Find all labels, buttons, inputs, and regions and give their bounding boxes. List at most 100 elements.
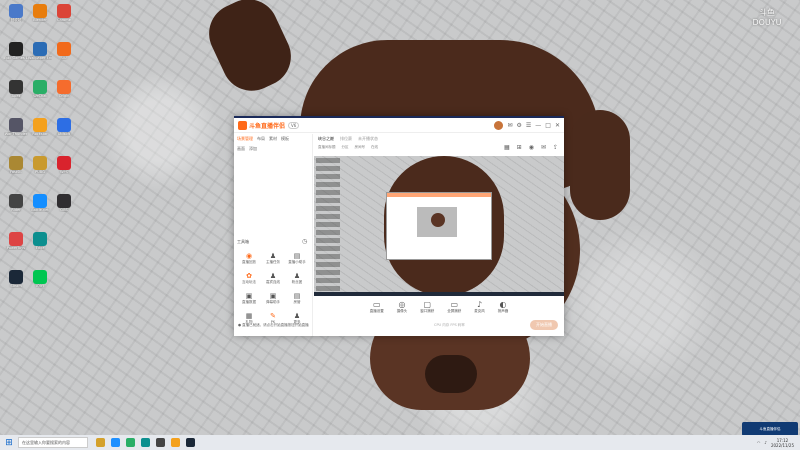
desktop-icon[interactable]: Battle.net <box>28 194 52 212</box>
pinned-app-icon[interactable] <box>111 438 120 447</box>
toolbox-title: 工具箱 <box>237 239 249 244</box>
toolbox-item[interactable]: ▣ 直播数据 <box>237 292 261 305</box>
taskbar-search-input[interactable]: 在这里输入你要搜索的内容 <box>18 437 88 448</box>
tool-icon: ▤ <box>293 252 301 260</box>
pinned-app-icon[interactable] <box>171 438 180 447</box>
toolbox-item[interactable]: ▣ 弹幕助手 <box>261 292 285 305</box>
toolbox-item[interactable]: ♟ 主播任务 <box>261 252 285 265</box>
menu-icon[interactable]: ☰ <box>526 122 531 129</box>
stream-preview[interactable] <box>314 156 564 296</box>
version-badge[interactable]: V6 <box>288 121 300 129</box>
avatar[interactable] <box>494 120 504 130</box>
start-live-button[interactable]: 开始直播 <box>530 320 558 330</box>
desktop-icon-label: Rockstar <box>32 132 48 136</box>
taskbar: ⊞ 在这里输入你要搜索的内容 ◠ ♪ 17:12 2022/11/25 <box>0 435 800 450</box>
pinned-apps <box>96 438 195 447</box>
scene-action[interactable]: 添加 <box>249 146 257 152</box>
maximize-icon[interactable]: □ <box>545 122 551 129</box>
desktop-icon[interactable]: FastSt. <box>4 156 28 174</box>
desktop-icon[interactable]: PowerToys <box>4 232 28 250</box>
close-icon[interactable]: ✕ <box>555 122 560 129</box>
left-tab[interactable]: 素材 <box>269 136 277 142</box>
desktop-icon[interactable]: WeChat <box>28 80 52 98</box>
source-control[interactable]: ◎ 摄像头 <box>397 300 408 314</box>
desktop-icon[interactable]: Wallpaper Engine <box>28 42 52 60</box>
desktop-icon[interactable]: Steam <box>4 270 28 288</box>
desktop-icon[interactable]: UU <box>52 42 76 60</box>
perf-stats: CPU 内存 FPS 码率 <box>434 323 465 327</box>
preview-nested-dog <box>431 213 445 227</box>
app-icon <box>9 156 23 170</box>
status-text: ● 直播已就绪，请点击开始直播按钮开始直播 <box>238 323 309 327</box>
desktop-icon[interactable]: Rider <box>4 194 28 212</box>
preview-nested-window <box>386 192 492 260</box>
windows-start-icon[interactable]: ⊞ <box>0 438 18 448</box>
preview-nested-titlebar <box>387 193 491 197</box>
left-tab[interactable]: 场景管理 <box>237 136 253 142</box>
toolbox-item[interactable]: ▤ 直播小助手 <box>285 252 309 265</box>
source-control[interactable]: ▭ 直播设置 <box>370 300 384 314</box>
grid-icon[interactable]: ⊞ <box>517 144 522 151</box>
desktop-icon[interactable]: PUBG <box>28 156 52 174</box>
pinned-app-icon[interactable] <box>186 438 195 447</box>
wallpaper-dog-nose <box>425 355 477 393</box>
volume-icon[interactable]: ♪ <box>764 440 767 445</box>
app-icon <box>57 194 71 208</box>
app-icon <box>33 80 47 94</box>
source-control[interactable]: ▭ 全屏捕获 <box>447 300 461 314</box>
mail-icon[interactable]: ✉ <box>507 122 512 129</box>
pinned-app-icon[interactable] <box>141 438 150 447</box>
tool-icon: ▤ <box>293 292 301 300</box>
network-icon[interactable]: ◠ <box>757 440 761 445</box>
calendar-icon[interactable]: ▦ <box>504 144 510 151</box>
desktop-icon[interactable]: 回收站 <box>4 4 28 22</box>
tool-icon: ♟ <box>293 312 301 320</box>
desktop-icon[interactable]: War Thunder <box>4 118 28 136</box>
tool-label: 直播回放 <box>242 260 256 264</box>
stream-info-item[interactable]: 峡谷之巅 <box>318 136 334 142</box>
source-control[interactable]: ◐ 扬声器 <box>498 300 509 314</box>
desktop-icon[interactable]: WPS <box>52 156 76 174</box>
app-icon <box>9 232 23 246</box>
left-tab[interactable]: 布局 <box>257 136 265 142</box>
source-control[interactable]: ▢ 窗口捕获 <box>420 300 434 314</box>
desktop-icon[interactable]: Edge <box>28 232 52 250</box>
toolbox-item[interactable]: ◉ 直播回放 <box>237 252 261 265</box>
desktop-icon[interactable]: Blender <box>28 4 52 22</box>
desktop-icon[interactable]: Apex <box>4 80 28 98</box>
record-icon[interactable]: ◉ <box>529 144 534 151</box>
desktop-icon-label: Battle.net <box>31 208 49 212</box>
taskbar-clock[interactable]: 17:12 2022/11/25 <box>771 438 794 448</box>
desktop-icon[interactable]: Rockstar <box>28 118 52 136</box>
clock-icon[interactable]: ◷ <box>302 238 307 245</box>
app-icon <box>33 232 47 246</box>
desktop-icon[interactable]: iQIYI <box>28 270 52 288</box>
desktop-icon-label: OBS <box>60 208 68 212</box>
pinned-app-icon[interactable] <box>96 438 105 447</box>
desktop-icon[interactable]: Ubisoft <box>52 118 76 136</box>
left-tab[interactable]: 模板 <box>281 136 289 142</box>
source-control-label: 全屏捕获 <box>447 309 462 313</box>
pinned-app-icon[interactable] <box>156 438 165 447</box>
source-controls: ▭ 直播设置 ◎ 摄像头 ▢ 窗口捕获 ▭ 全屏捕获 ♪ 麦克风 ◐ 扬声器 <box>314 300 564 314</box>
desktop-icon[interactable]: Epic Games Launcher <box>4 42 28 60</box>
app-icon <box>9 194 23 208</box>
chat-icon[interactable]: ✉ <box>541 144 546 151</box>
toolbox-item[interactable]: ♟ 粉丝团 <box>285 272 309 285</box>
desktop-icon[interactable]: Chrome <box>52 4 76 22</box>
app-icon <box>57 156 71 170</box>
settings-icon[interactable]: ⚙ <box>517 122 522 129</box>
toolbox-item[interactable]: ✿ 互动玩法 <box>237 272 261 285</box>
share-icon[interactable]: ⇪ <box>553 144 558 151</box>
scene-action[interactable]: 画面 <box>237 146 245 152</box>
desktop-icon-label: Edge <box>35 246 45 250</box>
pinned-app-icon[interactable] <box>126 438 135 447</box>
desktop-icon[interactable]: OBS <box>52 194 76 212</box>
source-control[interactable]: ♪ 麦克风 <box>474 300 485 314</box>
toolbox-item[interactable]: ▤ 房管 <box>285 292 309 305</box>
notification-popup[interactable]: 斗鱼直播伴侣 <box>742 422 798 436</box>
minimize-icon[interactable]: — <box>535 122 541 129</box>
desktop-icon[interactable]: Origin <box>52 80 76 98</box>
toolbox-item[interactable]: ♟ 嘉宾连线 <box>261 272 285 285</box>
desktop-icon-label: Apex <box>11 94 21 98</box>
